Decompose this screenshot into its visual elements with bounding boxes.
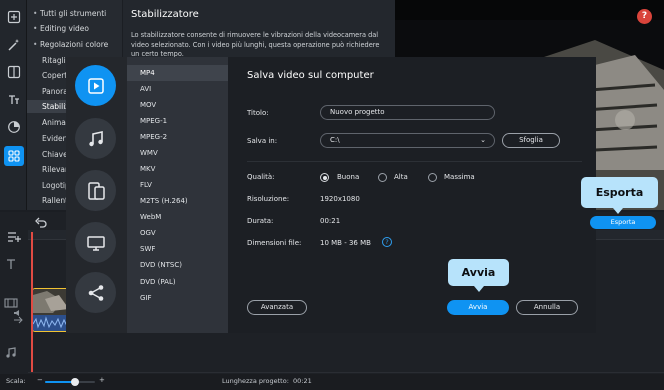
advanced-button[interactable]: Avanzata <box>247 300 307 315</box>
transitions-icon[interactable] <box>4 62 24 82</box>
text-track-icon <box>7 259 15 269</box>
audio-icon[interactable] <box>75 118 116 159</box>
format-item[interactable]: OGV <box>127 225 228 241</box>
save-in-value: C:\ <box>330 136 340 144</box>
add-track-icon[interactable] <box>7 231 21 243</box>
quality-radio-max[interactable] <box>428 173 437 182</box>
file-size-label: Dimensioni file: <box>247 239 302 247</box>
duration-value: 00:21 <box>320 217 341 225</box>
title-input[interactable]: Nuovo progetto <box>320 105 495 120</box>
zoom-out-icon[interactable]: − <box>37 376 43 384</box>
track-link-icon[interactable] <box>13 316 23 324</box>
video-clip[interactable] <box>32 288 70 332</box>
resolution-label: Risoluzione: <box>247 195 290 203</box>
duration-label: Durata: <box>247 217 274 225</box>
format-item[interactable]: MP4 <box>127 65 228 81</box>
start-export-button[interactable]: Avvia <box>447 300 509 315</box>
status-bar: Scala: − + Lunghezza progetto: 00:21 <box>0 374 664 390</box>
quality-option-label: Alta <box>394 173 408 181</box>
format-item[interactable]: GIF <box>127 290 228 306</box>
menu-category-color-adjustments[interactable]: • Regolazioni colore <box>27 38 122 51</box>
dialog-title: Salva video sul computer <box>247 70 374 81</box>
audio-track-icon <box>6 347 16 358</box>
save-in-select[interactable]: C:\ ⌄ <box>320 133 495 148</box>
export-dialog: Salva video sul computer Titolo: Nuovo p… <box>228 57 596 333</box>
export-button[interactable]: Esporta <box>590 216 656 229</box>
chevron-down-icon: ⌄ <box>480 136 486 144</box>
menu-bullet: • <box>33 40 38 49</box>
format-item[interactable]: MKV <box>127 161 228 177</box>
file-size-value: 10 MB - 36 MB <box>320 239 371 247</box>
save-in-label: Salva in: <box>247 137 278 145</box>
menu-bullet: • <box>33 24 38 33</box>
scale-slider[interactable] <box>45 378 95 386</box>
quality-option-label: Massima <box>444 173 475 181</box>
quality-label: Qualità: <box>247 173 275 181</box>
import-icon[interactable] <box>4 7 24 27</box>
export-tooltip-arrow <box>613 208 623 214</box>
start-tooltip-arrow <box>474 286 484 292</box>
cancel-button[interactable]: Annulla <box>516 300 578 315</box>
tool-rail <box>0 0 27 210</box>
timeline-divider <box>28 372 664 373</box>
resolution-value: 1920x1080 <box>320 195 360 203</box>
dialog-divider <box>247 161 582 162</box>
more-tools-icon[interactable] <box>4 146 24 166</box>
undo-icon[interactable] <box>34 216 48 230</box>
format-item[interactable]: SWF <box>127 241 228 257</box>
format-item[interactable]: MPEG-1 <box>127 113 228 129</box>
menu-category-video-editing[interactable]: • Editing video <box>27 22 122 35</box>
format-item[interactable]: AVI <box>127 81 228 97</box>
panel-title: Stabilizzatore <box>131 9 199 20</box>
format-list: MP4 AVI MOV MPEG-1 MPEG-2 WMV MKV FLV M2… <box>127 57 228 333</box>
clip-thumbnail <box>33 289 69 331</box>
format-item[interactable]: FLV <box>127 177 228 193</box>
menu-category-all-tools[interactable]: • Tutti gli strumenti <box>27 7 122 20</box>
devices-icon[interactable] <box>75 170 116 211</box>
scale-label: Scala: <box>6 377 26 385</box>
menu-bullet: • <box>33 9 38 18</box>
format-item[interactable]: MOV <box>127 97 228 113</box>
start-tooltip: Avvia <box>448 259 509 286</box>
zoom-in-icon[interactable]: + <box>99 376 105 384</box>
format-item[interactable]: DVD (NTSC) <box>127 257 228 273</box>
menu-item-label: Editing video <box>40 24 89 33</box>
magic-wand-icon[interactable] <box>4 35 24 55</box>
format-item[interactable]: WMV <box>127 145 228 161</box>
video-track-icon <box>4 298 18 308</box>
share-icon[interactable] <box>75 272 116 313</box>
format-item[interactable]: DVD (PAL) <box>127 274 228 290</box>
project-length-label: Lunghezza progetto: <box>222 377 289 385</box>
browse-button[interactable]: Sfoglia <box>502 133 560 148</box>
format-item[interactable]: M2TS (H.264) <box>127 193 228 209</box>
export-tooltip: Esporta <box>581 177 658 208</box>
clock-icon[interactable] <box>4 117 24 137</box>
help-button[interactable]: ? <box>637 9 652 24</box>
info-icon[interactable]: ? <box>382 237 392 247</box>
video-file-icon[interactable] <box>75 65 116 106</box>
quality-option-label: Buona <box>337 173 360 181</box>
tv-icon[interactable] <box>75 222 116 263</box>
quality-radio-high[interactable] <box>378 173 387 182</box>
project-length-value: 00:21 <box>293 377 312 385</box>
playhead[interactable] <box>31 232 33 372</box>
app-window: • Tutti gli strumenti • Editing video • Reg… <box>0 0 664 390</box>
quality-radio-good[interactable] <box>320 173 329 182</box>
export-type-bar <box>66 57 127 333</box>
format-item[interactable]: WebM <box>127 209 228 225</box>
panel-description: Lo stabilizzatore consente di rimuovere … <box>131 31 380 59</box>
menu-item-label: Tutti gli strumenti <box>40 9 107 18</box>
scale-slider-handle[interactable] <box>71 378 79 386</box>
titles-icon[interactable] <box>4 90 24 110</box>
title-label: Titolo: <box>247 109 269 117</box>
format-item[interactable]: MPEG-2 <box>127 129 228 145</box>
menu-item-label: Regolazioni colore <box>40 40 109 49</box>
